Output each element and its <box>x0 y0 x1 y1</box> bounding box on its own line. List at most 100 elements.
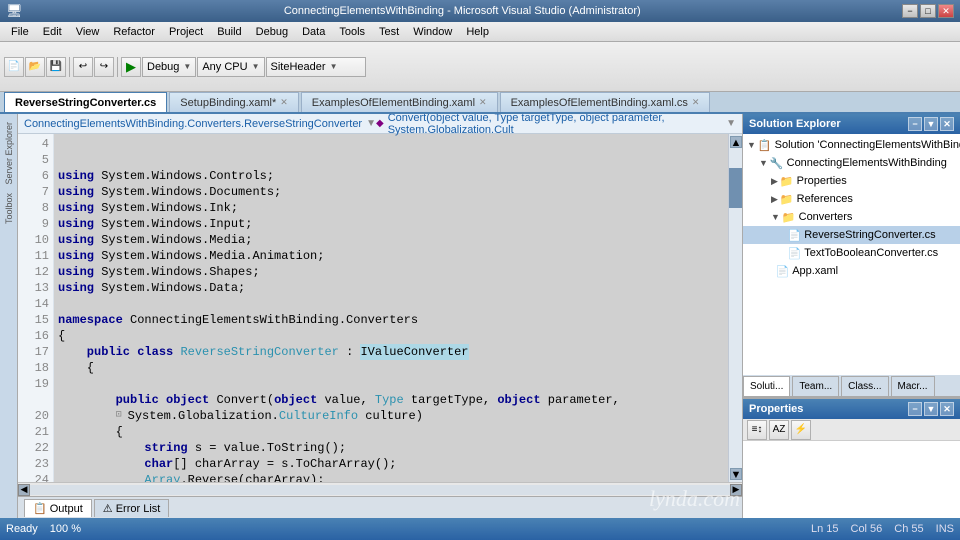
menu-item-debug[interactable]: Debug <box>249 24 295 40</box>
line-num-8: 12 <box>18 264 49 280</box>
tab-2[interactable]: ExamplesOfElementBinding.xaml✕ <box>301 92 498 112</box>
menu-item-help[interactable]: Help <box>459 24 496 40</box>
debug-config-dropdown[interactable]: Debug ▼ <box>142 57 196 77</box>
tab-1[interactable]: SetupBinding.xaml*✕ <box>169 92 299 112</box>
line-num-15: 19 <box>18 376 49 392</box>
prop-close-btn[interactable]: ✕ <box>940 402 954 416</box>
line-num-11: 15 <box>18 312 49 328</box>
toolbox-tab[interactable]: Toolbox <box>4 189 14 228</box>
tree-node-appxaml[interactable]: 📄App.xaml <box>743 262 960 280</box>
code-line-0: using System.Windows.Controls; <box>58 168 724 184</box>
prop-pin-btn[interactable]: − <box>908 402 922 416</box>
code-line-6: using System.Windows.Shapes; <box>58 264 724 280</box>
prop-events-btn[interactable]: ⚡ <box>791 420 811 440</box>
server-explorer-tab[interactable]: Server Explorer <box>4 118 14 189</box>
menu-item-refactor[interactable]: Refactor <box>106 24 162 40</box>
code-line-9: namespace ConnectingElementsWithBinding.… <box>58 312 724 328</box>
toolbar: 📄 📂 💾 ↩ ↪ ▶ Debug ▼ Any CPU ▼ SiteHeader… <box>0 42 960 92</box>
se-tab-2[interactable]: Class... <box>841 376 888 396</box>
minimize-button[interactable]: − <box>902 4 918 18</box>
toolbar-undo[interactable]: ↩ <box>73 57 93 77</box>
path-right-text[interactable]: Convert(object value, Type targetType, o… <box>388 114 722 136</box>
menu-item-build[interactable]: Build <box>210 24 248 40</box>
se-close-btn[interactable]: ✕ <box>940 117 954 131</box>
vertical-scrollbar[interactable]: ▲ ▼ <box>728 134 742 482</box>
se-dropdown-btn[interactable]: ▼ <box>924 117 938 131</box>
tab-close-1[interactable]: ✕ <box>280 97 288 108</box>
se-tab-0[interactable]: Soluti... <box>743 376 790 396</box>
prop-alpha-btn[interactable]: AZ <box>769 420 789 440</box>
path-bar: ConnectingElementsWithBinding.Converters… <box>18 114 742 134</box>
path-left-text[interactable]: ConnectingElementsWithBinding.Converters… <box>24 118 362 130</box>
tab-0[interactable]: ReverseStringConverter.cs <box>4 92 167 112</box>
prop-categorized-btn[interactable]: ≡↕ <box>747 420 767 440</box>
right-panel: Solution Explorer − ▼ ✕ ▼📋Solution 'Conn… <box>742 114 960 518</box>
line-num-4: 8 <box>18 200 49 216</box>
menu-item-window[interactable]: Window <box>406 24 459 40</box>
code-area[interactable]: 4567891011121314151617181920212223242526… <box>18 134 742 482</box>
editor-area: ConnectingElementsWithBinding.Converters… <box>18 114 742 518</box>
maximize-button[interactable]: □ <box>920 4 936 18</box>
tree-node-reversestringconvertercs[interactable]: 📄ReverseStringConverter.cs <box>743 226 960 244</box>
line-num-0: 4 <box>18 136 49 152</box>
prop-content <box>743 441 960 518</box>
horizontal-scrollbar[interactable]: ◀ ▶ <box>18 482 742 496</box>
tree-project[interactable]: ▼🔧ConnectingElementsWithBinding <box>743 154 960 172</box>
code-line-16: { <box>58 424 724 440</box>
tab-3[interactable]: ExamplesOfElementBinding.xaml.cs✕ <box>500 92 711 112</box>
status-bar: Ready 100 % Ln 15 Col 56 Ch 55 INS <box>0 518 960 540</box>
prop-toolbar: ≡↕ AZ ⚡ <box>743 419 960 441</box>
tree-node-properties[interactable]: ▶📁Properties <box>743 172 960 190</box>
menu-item-data[interactable]: Data <box>295 24 332 40</box>
status-zoom: 100 % <box>50 523 81 535</box>
line-numbers: 4567891011121314151617181920212223242526 <box>18 134 54 482</box>
toolbar-start[interactable]: ▶ <box>121 57 141 77</box>
menu-item-test[interactable]: Test <box>372 24 406 40</box>
se-tab-1[interactable]: Team... <box>792 376 839 396</box>
toolbar-new[interactable]: 📄 <box>4 57 24 77</box>
path-bar-right: ◆ Convert(object value, Type targetType,… <box>376 114 736 136</box>
tree-node-converters[interactable]: ▼📁Converters <box>743 208 960 226</box>
error-list-tab[interactable]: ⚠ Error List <box>94 499 170 517</box>
line-num-3: 7 <box>18 184 49 200</box>
code-line-2: using System.Windows.Ink; <box>58 200 724 216</box>
se-tab-3[interactable]: Macr... <box>891 376 935 396</box>
properties-title: Properties <box>749 403 803 415</box>
status-ready: Ready <box>6 523 38 535</box>
code-line-14: public object Convert(object value, Type… <box>58 392 724 408</box>
toolbar-save[interactable]: 💾 <box>46 57 66 77</box>
toolbar-redo[interactable]: ↪ <box>94 57 114 77</box>
line-num-13: 17 <box>18 344 49 360</box>
line-num-9: 13 <box>18 280 49 296</box>
menu-item-project[interactable]: Project <box>162 24 210 40</box>
menu-item-view[interactable]: View <box>69 24 107 40</box>
tree-node-texttobooleanconvertercs[interactable]: 📄TextToBooleanConverter.cs <box>743 244 960 262</box>
line-num-10: 14 <box>18 296 49 312</box>
status-right: Ln 15 Col 56 Ch 55 INS <box>811 523 954 535</box>
tree-node-references[interactable]: ▶📁References <box>743 190 960 208</box>
toolbar-open[interactable]: 📂 <box>25 57 45 77</box>
line-num-17: 20 <box>18 408 49 424</box>
output-tab[interactable]: 📋 Output <box>24 499 92 517</box>
status-ln: Ln 15 <box>811 523 839 535</box>
menu-item-edit[interactable]: Edit <box>36 24 69 40</box>
tab-bar: ReverseStringConverter.csSetupBinding.xa… <box>0 92 960 114</box>
code-line-19: Array.Reverse(charArray); <box>58 472 724 482</box>
tab-close-3[interactable]: ✕ <box>692 97 700 108</box>
path-bar-left: ConnectingElementsWithBinding.Converters… <box>24 118 376 130</box>
target-dropdown[interactable]: SiteHeader ▼ <box>266 57 366 77</box>
toolbar-sep2 <box>117 57 118 77</box>
menu-item-tools[interactable]: Tools <box>332 24 372 40</box>
line-num-5: 9 <box>18 216 49 232</box>
status-ch: Ch 55 <box>894 523 923 535</box>
window-title: ConnectingElementsWithBinding - Microsof… <box>23 5 902 17</box>
code-content[interactable]: using System.Windows.Controls; using Syst… <box>54 134 728 482</box>
se-pin-btn[interactable]: − <box>908 117 922 131</box>
tree-solution-root[interactable]: ▼📋Solution 'ConnectingElementsWithBindin… <box>743 136 960 154</box>
tab-close-2[interactable]: ✕ <box>479 97 487 108</box>
prop-dropdown-btn[interactable]: ▼ <box>924 402 938 416</box>
menu-item-file[interactable]: File <box>4 24 36 40</box>
close-button[interactable]: ✕ <box>938 4 954 18</box>
platform-dropdown[interactable]: Any CPU ▼ <box>197 57 264 77</box>
line-num-16 <box>18 392 49 408</box>
